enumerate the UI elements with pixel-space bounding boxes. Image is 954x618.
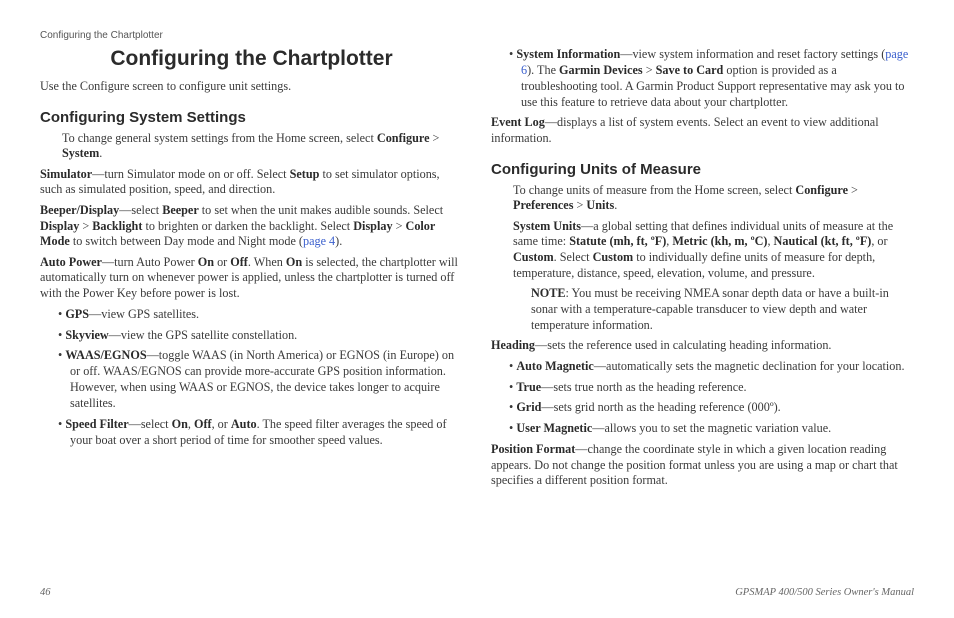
right-column: System Information—view system informati… <box>491 43 914 579</box>
beeper-display-desc: Beeper/Display—select Beeper to set when… <box>40 203 463 250</box>
auto-power-desc: Auto Power—turn Auto Power On or Off. Wh… <box>40 255 463 302</box>
page: Configuring the Chartplotter Configuring… <box>0 0 954 618</box>
system-settings-path: To change general system settings from t… <box>62 131 463 162</box>
sysinfo-list: System Information—view system informati… <box>491 47 914 110</box>
units-path: To change units of measure from the Home… <box>513 183 914 214</box>
page-title: Configuring the Chartplotter <box>40 47 463 71</box>
list-item: System Information—view system informati… <box>491 47 914 110</box>
page-footer: 46 GPSMAP 400/500 Series Owner's Manual <box>40 587 914 598</box>
heading-list: Auto Magnetic—automatically sets the mag… <box>491 359 914 437</box>
list-item: GPS—view GPS satellites. <box>40 307 463 323</box>
page-number: 46 <box>40 587 51 598</box>
gps-list: GPS—view GPS satellites. Skyview—view th… <box>40 307 463 449</box>
heading-units-measure: Configuring Units of Measure <box>491 161 914 178</box>
left-column: Configuring the Chartplotter Use the Con… <box>40 43 463 579</box>
note-text: NOTE: You must be receiving NMEA sonar d… <box>531 286 914 333</box>
list-item: User Magnetic—allows you to set the magn… <box>491 421 914 437</box>
system-units-desc: System Units—a global setting that defin… <box>513 219 914 281</box>
list-item: Auto Magnetic—automatically sets the mag… <box>491 359 914 375</box>
position-format-desc: Position Format—change the coordinate st… <box>491 442 914 489</box>
link-page-4[interactable]: page 4 <box>303 234 335 248</box>
heading-desc: Heading—sets the reference used in calcu… <box>491 338 914 354</box>
intro-text: Use the Configure screen to configure un… <box>40 79 463 95</box>
running-header: Configuring the Chartplotter <box>40 30 914 41</box>
event-log-desc: Event Log—displays a list of system even… <box>491 115 914 146</box>
list-item: Skyview—view the GPS satellite constella… <box>40 328 463 344</box>
content-columns: Configuring the Chartplotter Use the Con… <box>40 43 914 579</box>
list-item: WAAS/EGNOS—toggle WAAS (in North America… <box>40 348 463 411</box>
manual-title: GPSMAP 400/500 Series Owner's Manual <box>735 587 914 598</box>
list-item: Grid—sets grid north as the heading refe… <box>491 400 914 416</box>
list-item: True—sets true north as the heading refe… <box>491 380 914 396</box>
list-item: Speed Filter—select On, Off, or Auto. Th… <box>40 417 463 449</box>
simulator-desc: Simulator—turn Simulator mode on or off.… <box>40 167 463 198</box>
heading-system-settings: Configuring System Settings <box>40 109 463 126</box>
